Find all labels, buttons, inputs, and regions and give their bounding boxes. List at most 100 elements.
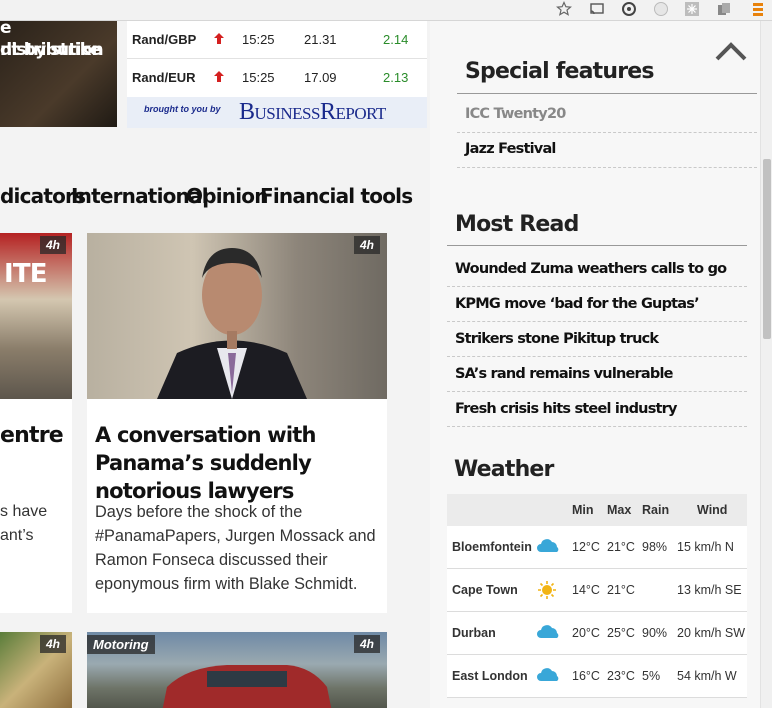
special-feature-item[interactable]: ICC Twenty20 — [457, 98, 757, 133]
weather-min: 12°C — [572, 540, 600, 554]
article-image: 4h — [87, 233, 387, 399]
most-read-title: Most Read — [455, 212, 579, 237]
header-rain: Rain — [642, 503, 670, 517]
sponsor-logo: BusinessReport — [239, 99, 386, 125]
extension-snowflake-icon[interactable] — [684, 1, 700, 17]
rain-cloud-icon — [537, 625, 559, 638]
currency-pair: Rand/GBP — [132, 32, 197, 47]
most-read-item-label[interactable]: SA’s rand remains vulnerable — [447, 366, 673, 382]
currency-row: Rand/EUR 15:25 17.09 2.13 — [127, 59, 427, 96]
store-sign-text: ITE — [4, 259, 48, 289]
extension-grey-icon[interactable] — [653, 1, 669, 17]
weather-title: Weather — [454, 457, 554, 482]
browser-toolbar — [0, 0, 772, 21]
header-wind: Wind — [697, 503, 728, 517]
weather-row: East London 16°C 23°C 5% 54 km/h W — [447, 655, 747, 698]
weather-wind: 54 km/h W — [677, 669, 737, 683]
article-text-line1: s have — [0, 503, 48, 520]
rain-cloud-icon — [537, 539, 559, 552]
nav-item-opinion[interactable]: Opinion — [186, 184, 268, 208]
scrollbar-thumb[interactable] — [763, 159, 771, 339]
weather-city[interactable]: Durban — [452, 626, 496, 640]
weather-city[interactable]: Cape Town — [452, 583, 518, 597]
special-features-title: Special features — [465, 59, 655, 84]
cast-icon[interactable] — [589, 1, 605, 17]
weather-max: 21°C — [607, 540, 635, 554]
menu-icon[interactable] — [750, 1, 766, 17]
weather-min: 20°C — [572, 626, 600, 640]
currency-row: Rand/GBP 15:25 21.31 2.14 — [127, 21, 427, 59]
weather-row: Cape Town 14°C 21°C 13 km/h SE — [447, 569, 747, 612]
portrait-illustration — [157, 248, 307, 399]
header-max: Max — [607, 503, 632, 517]
category-badge[interactable]: Motoring — [87, 635, 155, 654]
article-title: entre — [0, 423, 64, 448]
most-read-item-label[interactable]: Fresh crisis hits steel industry — [447, 401, 677, 417]
most-read-item[interactable]: Wounded Zuma weathers calls to go — [447, 252, 747, 287]
article-card-bottom-main[interactable]: Motoring 4h — [87, 632, 387, 708]
most-read-item[interactable]: SA’s rand remains vulnerable — [447, 357, 747, 392]
currency-time: 15:25 — [242, 70, 275, 85]
weather-rain: 90% — [642, 626, 668, 640]
currency-rate: 21.31 — [304, 32, 337, 47]
main-content: e distribution nt by strike Rand/GBP 15:… — [0, 21, 430, 708]
special-feature-item[interactable]: Jazz Festival — [457, 133, 757, 168]
article-image: ITE 4h — [0, 233, 72, 399]
weather-max: 21°C — [607, 583, 635, 597]
currency-table: Rand/GBP 15:25 21.31 2.14 Rand/EUR 15:25… — [127, 21, 427, 97]
most-read-item[interactable]: Strikers stone Pikitup truck — [447, 322, 747, 357]
extension-circle-icon[interactable] — [621, 1, 637, 17]
article-title[interactable]: A conversation with Panama’s suddenly no… — [95, 421, 385, 505]
header-min: Min — [572, 503, 594, 517]
weather-city[interactable]: Bloemfontein — [452, 540, 532, 554]
currency-change: 2.14 — [383, 32, 409, 47]
weather-wind: 15 km/h N — [677, 540, 734, 554]
time-badge: 4h — [353, 236, 380, 254]
article-card-bottom-left[interactable]: 4h — [0, 632, 72, 708]
most-read-item[interactable]: Fresh crisis hits steel industry — [447, 392, 747, 427]
weather-max: 23°C — [607, 669, 635, 683]
most-read-item-label[interactable]: Wounded Zuma weathers calls to go — [447, 261, 727, 277]
sun-icon — [538, 581, 556, 599]
currency-rate: 17.09 — [304, 70, 337, 85]
nav-item-financial-tools[interactable]: Financial tools — [260, 184, 413, 208]
rain-cloud-icon — [537, 668, 559, 681]
chevron-up-icon[interactable] — [714, 40, 748, 62]
sidebar: Special features ICC Twenty20 Jazz Festi… — [430, 21, 760, 708]
bookmark-star-icon[interactable] — [556, 1, 572, 17]
time-badge: 4h — [39, 635, 66, 653]
weather-wind: 13 km/h SE — [677, 583, 742, 597]
article-card-left[interactable]: ITE 4h entre s have ant’s — [0, 233, 72, 613]
time-badge: 4h — [39, 236, 66, 254]
time-badge: 4h — [353, 635, 380, 653]
article-summary: Days before the shock of the #PanamaPape… — [95, 503, 376, 593]
weather-city[interactable]: East London — [452, 669, 528, 683]
special-features-divider — [457, 93, 757, 94]
special-feature-label[interactable]: Jazz Festival — [465, 141, 556, 157]
car-illustration — [162, 665, 332, 708]
sponsor-banner[interactable]: brought to you by BusinessReport — [127, 97, 427, 128]
most-read-item[interactable]: KPMG move ‘bad for the Guptas’ — [447, 287, 747, 322]
weather-header: Min Max Rain Wind — [447, 494, 747, 526]
most-read-divider — [447, 245, 747, 246]
most-read-item-label[interactable]: Strikers stone Pikitup truck — [447, 331, 659, 347]
extension-pages-icon[interactable] — [716, 1, 732, 17]
weather-wind: 20 km/h SW — [677, 626, 746, 640]
up-arrow-icon — [214, 33, 224, 44]
up-arrow-icon — [214, 71, 224, 82]
article-text-line2: ant’s — [0, 527, 34, 544]
currency-time: 15:25 — [242, 32, 275, 47]
article-card-main[interactable]: 4h A conversation with Panama’s suddenly… — [87, 233, 387, 613]
section-nav: dicators International Opinion Financial… — [0, 184, 430, 212]
hero-caption-line2: nt by strike — [0, 40, 101, 60]
scrollbar[interactable] — [760, 21, 772, 708]
weather-min: 14°C — [572, 583, 600, 597]
most-read-item-label[interactable]: KPMG move ‘bad for the Guptas’ — [447, 296, 700, 312]
currency-pair: Rand/EUR — [132, 70, 196, 85]
weather-row: Durban 20°C 25°C 90% 20 km/h SW — [447, 612, 747, 655]
special-feature-label[interactable]: ICC Twenty20 — [465, 106, 566, 122]
weather-min: 16°C — [572, 669, 600, 683]
weather-row: Bloemfontein 12°C 21°C 98% 15 km/h N — [447, 526, 747, 569]
hero-image[interactable]: e distribution nt by strike — [0, 21, 117, 127]
currency-change: 2.13 — [383, 70, 409, 85]
